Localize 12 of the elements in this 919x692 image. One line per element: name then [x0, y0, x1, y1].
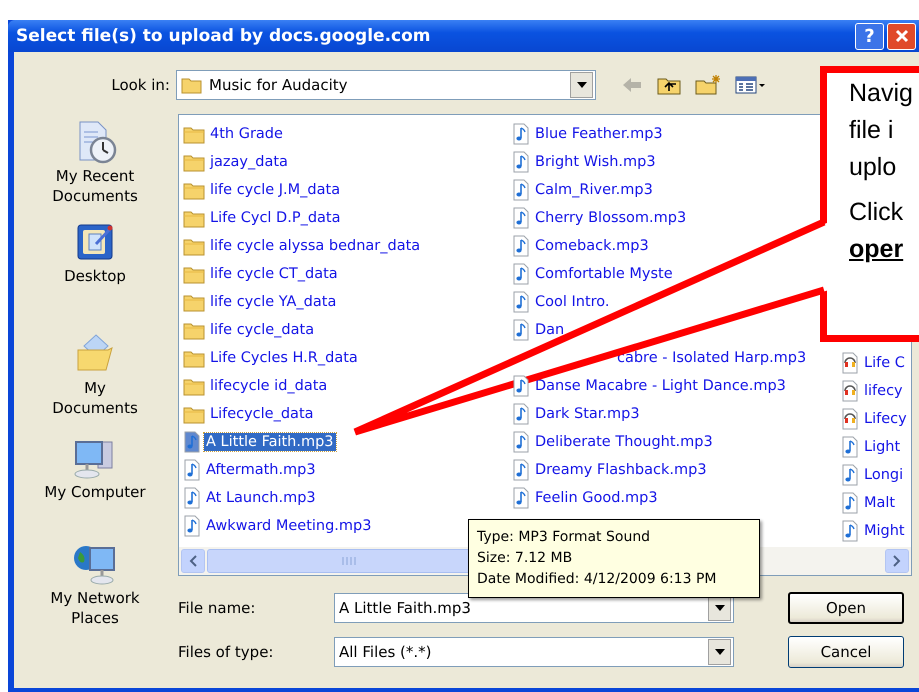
callout-text: oper	[849, 234, 904, 265]
callout-text: uplo	[849, 152, 896, 183]
tooltip-text: Size: 7.12 MB	[477, 549, 574, 568]
callout-text: Navig	[849, 78, 913, 109]
file-name-label: File name:	[177, 599, 256, 617]
callout-text: file i	[849, 115, 894, 146]
look-in-label: Look in:	[111, 75, 171, 94]
tooltip-text: Type: MP3 Format Sound	[477, 528, 652, 547]
tooltip-text: Date Modified: 4/12/2009 6:13 PM	[477, 570, 718, 589]
file-type-label: Files of type:	[177, 643, 274, 661]
callout-text: Click	[849, 197, 904, 228]
window-title: Select file(s) to upload by docs.google.com	[16, 26, 432, 46]
